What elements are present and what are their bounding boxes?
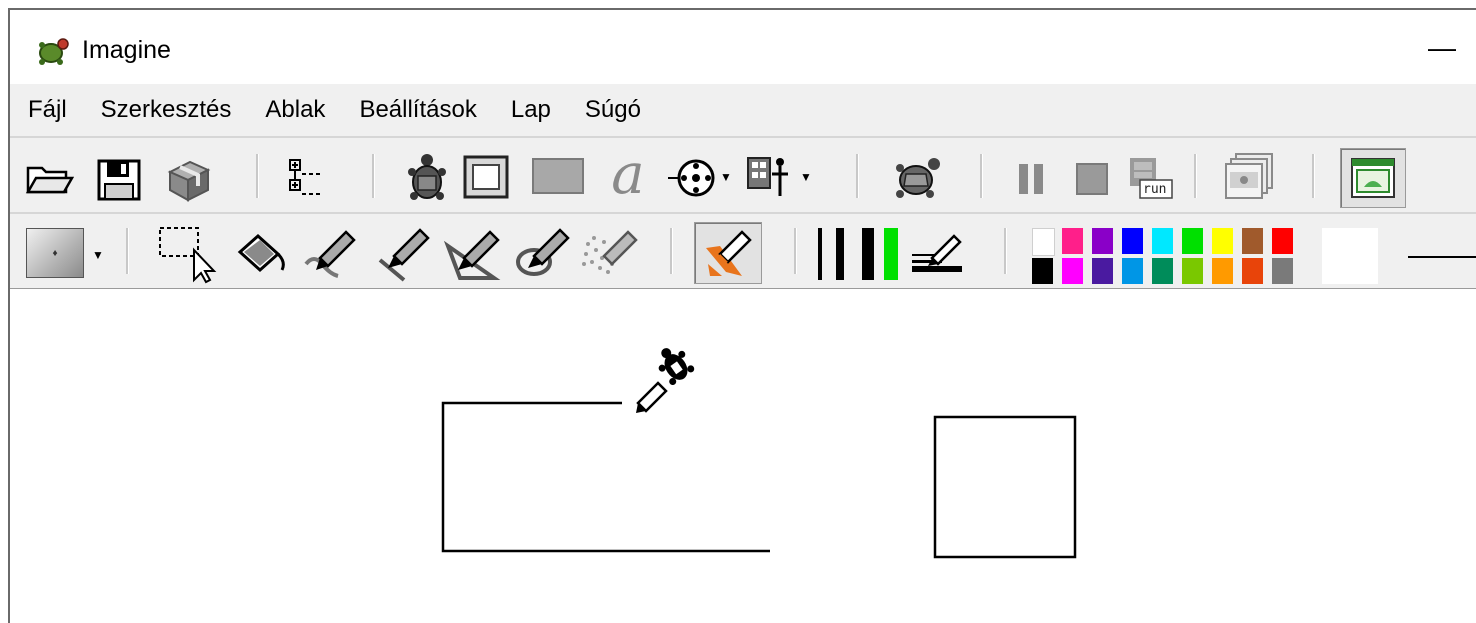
color-swatch[interactable] (1182, 258, 1203, 284)
toolbar-separator (126, 228, 129, 274)
menu-edit[interactable]: Szerkesztés (83, 84, 248, 136)
menu-settings[interactable]: Beállítások (341, 84, 492, 136)
color-swatch[interactable] (1212, 258, 1233, 284)
page-view-icon (1351, 158, 1395, 198)
page-view-button[interactable] (1340, 148, 1406, 208)
fill-tool-icon[interactable] (234, 230, 290, 276)
color-swatch[interactable] (1242, 258, 1263, 284)
new-control-icon[interactable] (666, 158, 716, 198)
freehand-pen-icon[interactable] (300, 224, 358, 282)
new-pane-icon[interactable] (462, 154, 510, 200)
run-label: run (1143, 182, 1167, 197)
pen-width-thick-icon[interactable] (862, 228, 874, 280)
open-folder-icon[interactable] (24, 158, 74, 198)
pen-width-medium-icon[interactable] (836, 228, 844, 280)
color-swatch[interactable] (1212, 228, 1233, 254)
toolbar-separator (256, 154, 259, 198)
turtle-icon[interactable] (890, 152, 944, 202)
drawn-square (933, 415, 1077, 559)
color-swatch[interactable] (1152, 228, 1173, 254)
canvas-drawing (441, 348, 1077, 559)
save-disk-icon[interactable] (96, 158, 142, 202)
title-bar: Imagine — (10, 10, 1476, 84)
color-swatch[interactable] (1242, 228, 1263, 254)
new-turtle-icon[interactable] (404, 152, 450, 202)
spray-icon[interactable] (578, 224, 640, 282)
shape-dot-icon: ♦ (52, 247, 58, 259)
select-tool-icon[interactable] (156, 224, 220, 284)
menu-help[interactable]: Súgó (567, 84, 657, 136)
toolbar-separator (980, 154, 983, 198)
drawn-line-path (441, 401, 770, 553)
minimize-button[interactable]: — (1420, 32, 1464, 64)
drawing-toolbar: ♦ ▼ (10, 212, 1476, 291)
stop-icon[interactable] (1074, 158, 1110, 198)
new-object-icon[interactable] (740, 152, 796, 202)
color-palette (1032, 228, 1302, 284)
package-icon[interactable] (164, 156, 214, 202)
window-title: Imagine (82, 36, 171, 64)
eraser-button[interactable] (694, 222, 762, 284)
color-swatch[interactable] (1182, 228, 1203, 254)
pen-width-color-indicator[interactable] (884, 228, 898, 280)
turtle-sprite-icon (658, 348, 695, 386)
toolbar-separator (794, 228, 797, 274)
color-swatch[interactable] (1152, 258, 1173, 284)
current-color-swatch[interactable] (1322, 228, 1378, 284)
pen-width-custom-icon[interactable] (910, 230, 964, 280)
color-swatch[interactable] (1032, 258, 1053, 284)
imagine-window: Imagine — Fájl Szerkesztés Ablak Beállít… (8, 8, 1476, 623)
toolbar-separator (1312, 154, 1315, 198)
chevron-down-icon[interactable]: ▼ (800, 170, 812, 184)
pages-icon[interactable] (1222, 152, 1278, 202)
pen-width-thin-icon[interactable] (818, 228, 822, 280)
menu-file[interactable]: Fájl (10, 84, 83, 136)
toolbar-separator (1004, 228, 1007, 274)
eraser-icon (706, 230, 752, 276)
color-swatch[interactable] (1032, 228, 1055, 256)
run-icon[interactable]: run (1126, 156, 1174, 200)
pen-cursor-icon (636, 381, 668, 413)
chevron-down-icon[interactable]: ▼ (92, 248, 104, 262)
pause-icon[interactable] (1014, 158, 1050, 198)
menu-window[interactable]: Ablak (247, 84, 341, 136)
color-swatch[interactable] (1092, 258, 1113, 284)
color-swatch[interactable] (1092, 228, 1113, 254)
line-pen-icon[interactable] (374, 224, 432, 282)
new-text-icon[interactable]: a (606, 142, 650, 207)
color-swatch[interactable] (1122, 228, 1143, 254)
polygon-pen-icon[interactable] (442, 224, 502, 282)
toolbar-separator (372, 154, 375, 198)
color-swatch[interactable] (1062, 258, 1083, 284)
new-shape-icon[interactable] (530, 156, 586, 196)
chevron-down-icon[interactable]: ▼ (720, 170, 732, 184)
imagine-turtle-app-icon (39, 38, 69, 65)
ellipse-pen-icon[interactable] (512, 224, 572, 282)
color-swatch[interactable] (1122, 258, 1143, 284)
toolbar-separator (670, 228, 673, 274)
pen-width-preview (1408, 256, 1476, 258)
shape-picker-icon[interactable]: ♦ (26, 228, 84, 278)
toolbar-separator (856, 154, 859, 198)
menu-bar: Fájl Szerkesztés Ablak Beállítások Lap S… (10, 84, 1476, 136)
drawing-canvas[interactable] (10, 289, 1476, 623)
procedures-list-icon[interactable] (284, 156, 328, 200)
main-toolbar: a ▼ ▼ run (10, 136, 1476, 212)
toolbar-separator (1194, 154, 1197, 198)
color-swatch[interactable] (1272, 228, 1293, 254)
color-swatch[interactable] (1272, 258, 1293, 284)
color-swatch[interactable] (1062, 228, 1083, 254)
menu-page[interactable]: Lap (493, 84, 567, 136)
